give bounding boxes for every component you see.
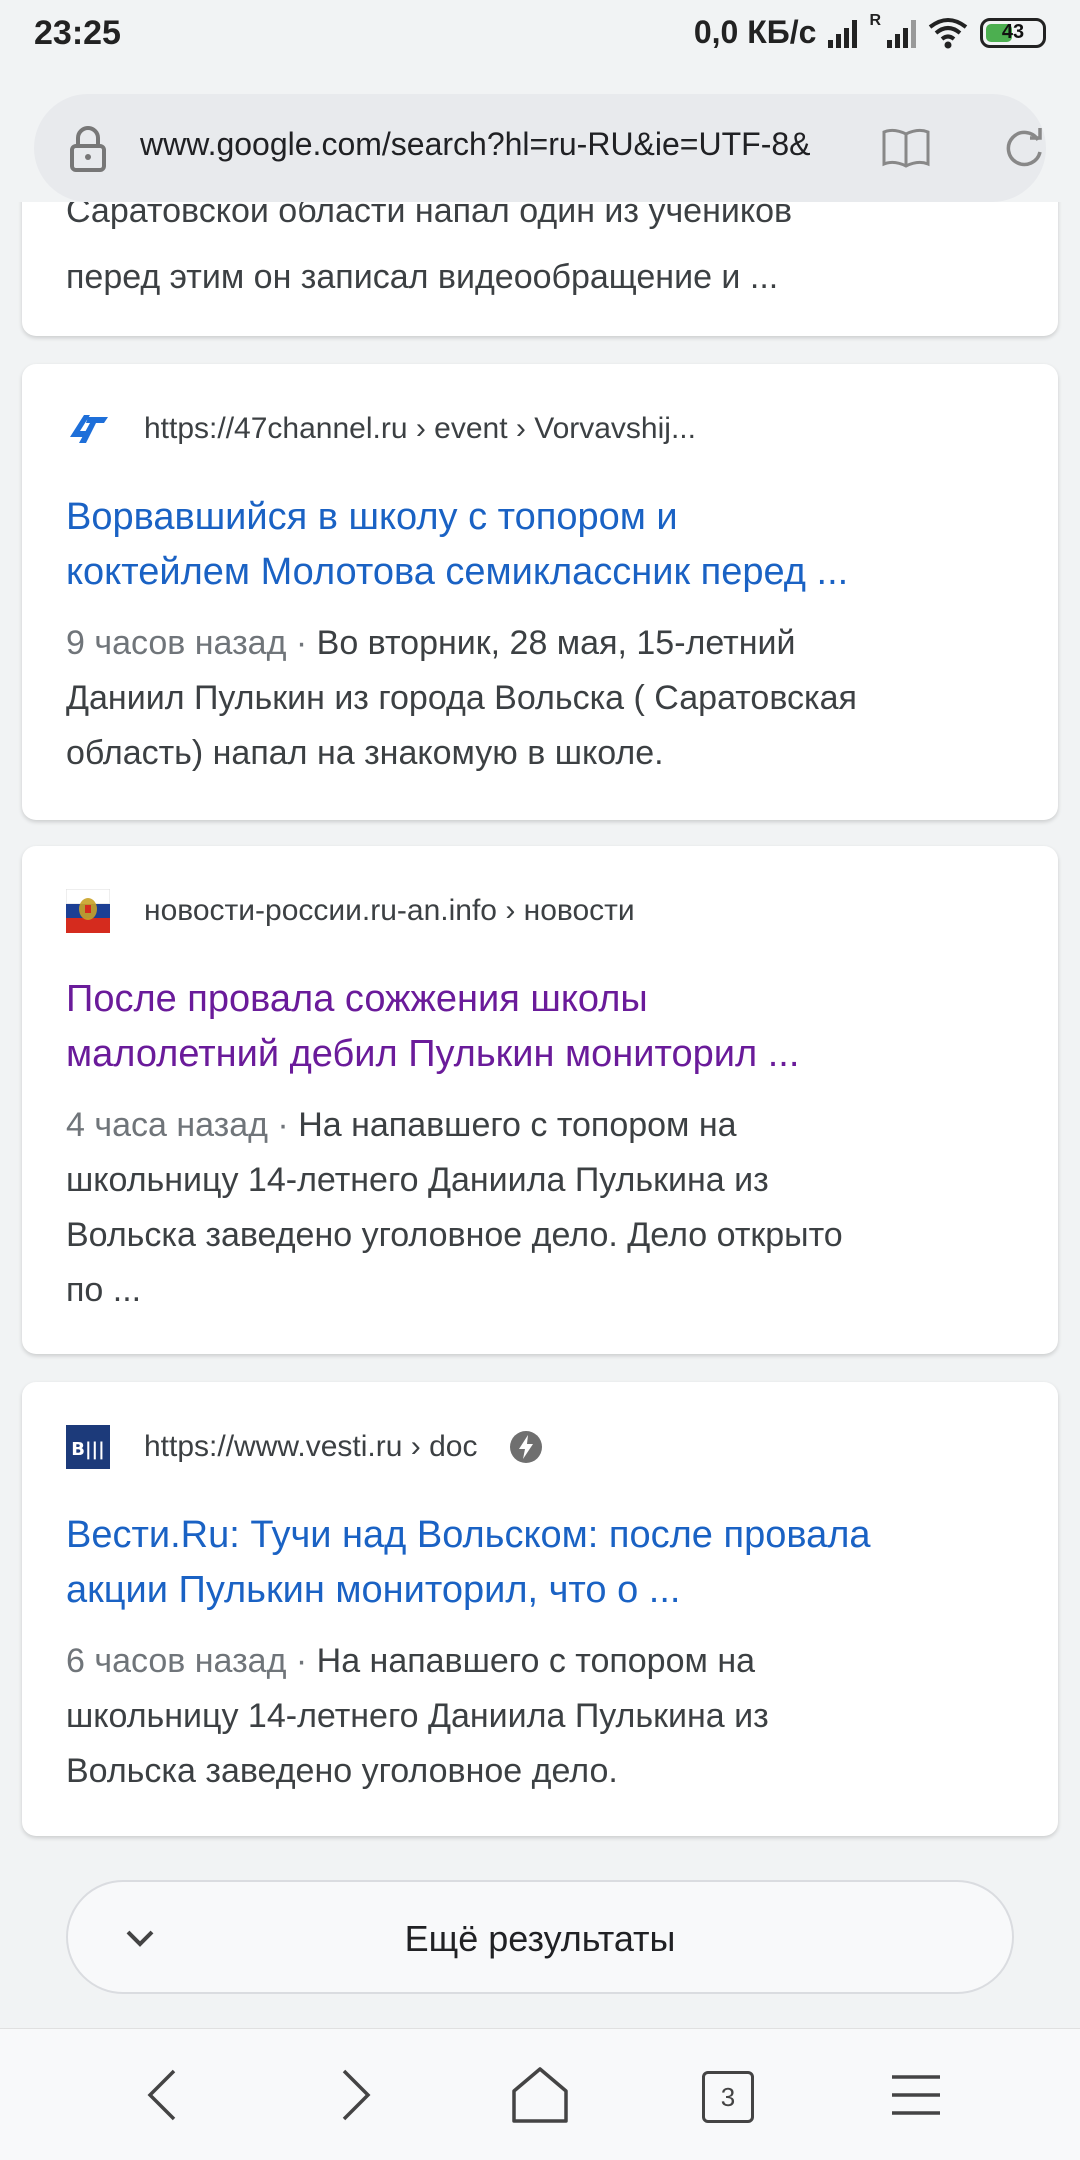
- result-snippet: 6 часов назад · На напавшего с топором н…: [66, 1634, 1026, 1799]
- result-source[interactable]: https://47channel.ru › event › Vorvavshi…: [66, 406, 696, 452]
- forward-icon[interactable]: [322, 2063, 386, 2127]
- result-snippet-line: школьницу 14-летнего Даниила Пулькина из: [66, 1161, 769, 1199]
- result-title-link[interactable]: Ворвавшийся в школу с топором и коктейле…: [66, 490, 1026, 600]
- vesti-logo-icon: В|||: [66, 1425, 110, 1469]
- menu-icon[interactable]: [884, 2063, 948, 2127]
- result-card[interactable]: Саратовской области напал один из ученик…: [22, 202, 1058, 336]
- result-snippet-line: Саратовской области напал один из ученик…: [66, 202, 793, 230]
- result-card[interactable]: В||| https://www.vesti.ru › doc Вести.Ru…: [22, 1382, 1058, 1836]
- battery-level: 43: [1001, 21, 1025, 43]
- result-source[interactable]: В||| https://www.vesti.ru › doc: [66, 1424, 543, 1470]
- browser-bottom-nav: 3: [0, 2028, 1080, 2160]
- vesti-logo-text: В|||: [71, 1439, 104, 1460]
- result-card[interactable]: https://47channel.ru › event › Vorvavshi…: [22, 364, 1058, 820]
- result-snippet-line: Даниил Пулькин из города Вольска ( Сарат…: [66, 679, 857, 717]
- result-card[interactable]: новости-россии.ru-an.info › новости Посл…: [22, 846, 1058, 1354]
- result-snippet: 9 часов назад · Во вторник, 28 мая, 15-л…: [66, 616, 1026, 781]
- back-icon[interactable]: [132, 2063, 196, 2127]
- result-title-line: Вести.Ru: Тучи над Вольском: после прова…: [66, 1514, 871, 1556]
- result-date: 9 часов назад ·: [66, 624, 317, 662]
- result-title-link[interactable]: Вести.Ru: Тучи над Вольском: после прова…: [66, 1508, 1026, 1618]
- result-title-line: коктейлем Молотова семиклассник перед ..…: [66, 551, 849, 593]
- result-snippet-line: область) напал на знакомую в школе.: [66, 734, 664, 772]
- result-snippet-line: Во вторник, 28 мая, 15-летний: [316, 624, 796, 662]
- result-title-line: Ворвавшийся в школу с топором и: [66, 496, 678, 538]
- result-snippet-line: Вольска заведено уголовное дело. Дело от…: [66, 1216, 843, 1254]
- 47channel-logo-icon: [70, 415, 108, 443]
- result-title-line: После провала сожжения школы: [66, 978, 648, 1020]
- address-bar[interactable]: www.google.com/search?hl=ru-RU&ie=UTF-8&: [34, 94, 1046, 202]
- status-icons: 0,0 КБ/с R 43: [693, 11, 1046, 51]
- wifi-icon: [928, 17, 968, 48]
- url-text[interactable]: www.google.com/search?hl=ru-RU&ie=UTF-8&: [140, 126, 840, 163]
- signal-icon: [828, 18, 858, 48]
- search-results[interactable]: Саратовской области напал один из ученик…: [0, 202, 1080, 2028]
- signal-2-icon: [887, 18, 916, 48]
- battery-icon: 43: [980, 17, 1046, 48]
- result-snippet-line: по ...: [66, 1271, 142, 1309]
- amp-lightning-icon: [510, 1431, 543, 1463]
- more-results-button[interactable]: Ещё результаты: [66, 1880, 1014, 1994]
- result-date: 6 часов назад ·: [66, 1642, 317, 1680]
- partial-line-clip: Саратовской области напал один из ученик…: [66, 202, 1026, 254]
- result-title-line: акции Пулькин мониторил, что о ...: [66, 1569, 681, 1611]
- result-snippet-line: Вольска заведено уголовное дело.: [66, 1752, 618, 1790]
- result-title-line: малолетний дебил Пулькин мониторил ...: [66, 1033, 800, 1075]
- network-speed: 0,0 КБ/с: [693, 14, 817, 50]
- status-time: 23:25: [34, 14, 121, 52]
- lock-icon: [70, 126, 106, 172]
- russia-coat-of-arms-icon: [66, 889, 110, 933]
- result-url: новости-россии.ru-an.info › новости: [144, 894, 635, 927]
- reload-icon[interactable]: [998, 122, 1050, 174]
- home-icon[interactable]: [508, 2063, 572, 2127]
- result-url: https://47channel.ru › event › Vorvavshi…: [144, 412, 696, 445]
- result-snippet: 4 часа назад · На напавшего с топором на…: [66, 1098, 1026, 1318]
- result-snippet-line: На напавшего с топором на: [316, 1642, 756, 1680]
- result-snippet-line: На напавшего с топором на: [298, 1106, 737, 1144]
- result-snippet-line: перед этим он записал видеообращение и .…: [66, 258, 779, 296]
- result-source[interactable]: новости-россии.ru-an.info › новости: [66, 888, 635, 934]
- result-url: https://www.vesti.ru › doc: [144, 1430, 478, 1463]
- status-bar: 23:25 0,0 КБ/с R 43: [0, 0, 1080, 72]
- more-results-label: Ещё результаты: [404, 1918, 676, 1959]
- result-title-link[interactable]: После провала сожжения школы малолетний …: [66, 972, 1026, 1082]
- reader-mode-icon[interactable]: [880, 122, 932, 174]
- result-date: 4 часа назад ·: [66, 1106, 299, 1144]
- tabs-button[interactable]: 3: [702, 2071, 754, 2123]
- result-snippet-line: школьницу 14-летнего Даниила Пулькина из: [66, 1697, 769, 1735]
- roaming-mark: R: [869, 11, 881, 29]
